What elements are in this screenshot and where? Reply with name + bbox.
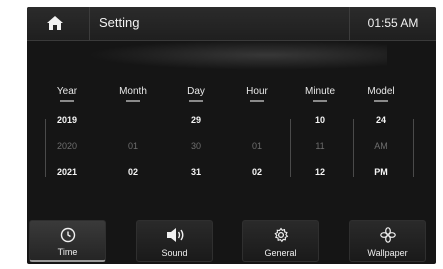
settings-panel: Setting 01:55 AM Year 2019 2020 2021 Mon… bbox=[27, 7, 436, 264]
tab-wallpaper-label: Wallpaper bbox=[367, 248, 408, 258]
model-column[interactable]: Model 24 AM PM bbox=[361, 85, 401, 185]
month-prev[interactable] bbox=[113, 107, 153, 133]
year-column[interactable]: Year 2019 2020 2021 bbox=[47, 85, 87, 185]
header-underline bbox=[250, 100, 264, 102]
day-header: Day bbox=[187, 86, 205, 97]
hour-current[interactable]: 01 bbox=[237, 133, 277, 159]
clock-display: 01:55 AM bbox=[349, 7, 436, 40]
day-prev[interactable]: 29 bbox=[176, 107, 216, 133]
day-current[interactable]: 30 bbox=[176, 133, 216, 159]
header-underline bbox=[374, 100, 388, 102]
settings-tabs: Time Sound General Wallpaper bbox=[27, 217, 436, 264]
top-bar: Setting 01:55 AM bbox=[27, 7, 436, 41]
header-underline bbox=[189, 100, 203, 102]
tab-general-label: General bbox=[264, 248, 297, 258]
tab-general[interactable]: General bbox=[242, 220, 319, 262]
month-header: Month bbox=[119, 86, 147, 97]
column-divider bbox=[290, 119, 291, 177]
year-header: Year bbox=[56, 86, 78, 97]
hour-header: Hour bbox=[246, 86, 268, 97]
minute-prev[interactable]: 10 bbox=[300, 107, 340, 133]
decorative-texture bbox=[87, 40, 387, 70]
model-header: Model bbox=[367, 86, 395, 97]
day-next[interactable]: 31 bbox=[176, 159, 216, 185]
tab-time[interactable]: Time bbox=[29, 220, 106, 262]
header-underline bbox=[313, 100, 327, 102]
tab-sound[interactable]: Sound bbox=[136, 220, 213, 262]
model-current[interactable]: AM bbox=[361, 133, 401, 159]
hour-prev[interactable] bbox=[237, 107, 277, 133]
model-prev[interactable]: 24 bbox=[361, 107, 401, 133]
model-next[interactable]: PM bbox=[361, 159, 401, 185]
gear-icon bbox=[273, 227, 288, 243]
tab-sound-label: Sound bbox=[161, 248, 188, 258]
clock-icon bbox=[60, 227, 75, 243]
minute-current[interactable]: 11 bbox=[300, 133, 340, 159]
flower-icon bbox=[379, 227, 396, 243]
year-prev[interactable]: 2019 bbox=[47, 107, 87, 133]
day-column[interactable]: Day 29 30 31 bbox=[176, 85, 216, 185]
hour-next[interactable]: 02 bbox=[237, 159, 277, 185]
tab-time-label: Time bbox=[57, 247, 78, 257]
year-current[interactable]: 2020 bbox=[47, 133, 87, 159]
tab-wallpaper[interactable]: Wallpaper bbox=[349, 220, 426, 262]
header-underline bbox=[126, 100, 140, 102]
page-title: Setting bbox=[99, 15, 140, 30]
year-next[interactable]: 2021 bbox=[47, 159, 87, 185]
datetime-picker: Year 2019 2020 2021 Month 01 02 Day 29 3… bbox=[27, 85, 436, 205]
hour-column[interactable]: Hour 01 02 bbox=[237, 85, 277, 185]
speaker-icon bbox=[166, 228, 183, 242]
home-button[interactable] bbox=[27, 7, 90, 40]
minute-column[interactable]: Minute 10 11 12 bbox=[300, 85, 340, 185]
minute-header: Minute bbox=[304, 86, 335, 97]
column-divider bbox=[353, 119, 354, 177]
screen: Setting 01:55 AM Year 2019 2020 2021 Mon… bbox=[0, 0, 443, 269]
column-divider bbox=[413, 119, 414, 177]
month-current[interactable]: 01 bbox=[113, 133, 153, 159]
home-icon bbox=[47, 16, 63, 30]
month-next[interactable]: 02 bbox=[113, 159, 153, 185]
column-divider bbox=[45, 119, 46, 177]
minute-next[interactable]: 12 bbox=[300, 159, 340, 185]
month-column[interactable]: Month 01 02 bbox=[113, 85, 153, 185]
header-underline bbox=[60, 100, 74, 102]
